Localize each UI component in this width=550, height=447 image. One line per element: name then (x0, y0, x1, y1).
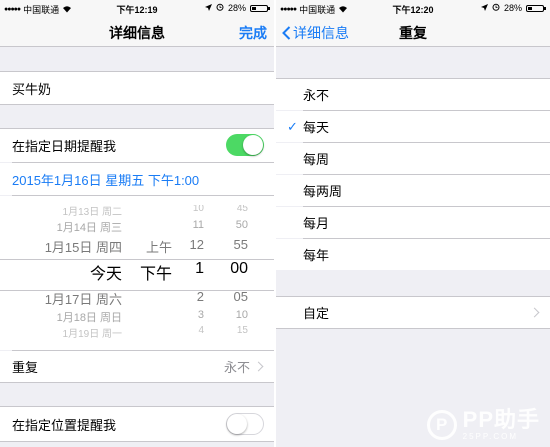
battery-percent: 28% (503, 3, 522, 13)
custom-cell[interactable]: 自定 (276, 297, 550, 328)
repeat-option-label: 每年 (303, 248, 330, 263)
picker-date-item[interactable]: 今天 (90, 260, 122, 284)
watermark-text: PP助手 (462, 407, 540, 432)
repeat-option[interactable]: 每周 (276, 143, 550, 174)
repeat-option[interactable]: 每月 (276, 207, 550, 238)
picker-minute-item[interactable]: 50 (236, 219, 248, 231)
picker-hour-item[interactable]: 11 (193, 219, 204, 231)
repeat-option-label: 每周 (303, 152, 330, 167)
date-time-picker[interactable]: 1月13日 周二 1月14日 周三 1月15日 周四今天 1月17日 周六 1月18日 … (0, 205, 274, 345)
location-icon (480, 3, 488, 13)
task-title-cell[interactable]: 买牛奶 (0, 72, 274, 104)
picker-hour-item[interactable]: 2 (197, 289, 204, 304)
picker-hour-item[interactable]: 3 (198, 309, 204, 321)
repeat-option[interactable]: 永不 (276, 79, 550, 110)
picker-date-item[interactable]: 1月15日 周四 (45, 237, 122, 256)
repeat-option-label: 每天 (303, 120, 330, 135)
picker-minute-item[interactable]: 10 (236, 309, 248, 321)
picker-date-item[interactable]: 1月17日 周六 (45, 289, 122, 308)
picker-ampm-item[interactable]: 下午 (140, 260, 172, 284)
repeat-option[interactable]: ✓ 每天 (276, 111, 550, 142)
picker-hour-item[interactable]: 1 (195, 260, 204, 278)
picker-minute-item[interactable]: 05 (234, 289, 248, 304)
repeat-value: 永不 (223, 360, 250, 375)
repeat-option-label: 每两周 (303, 184, 343, 199)
status-bar: ●●●●● 中国联通 下午12:20 28% (276, 0, 550, 16)
picker-minute-item[interactable]: 15 (237, 325, 248, 336)
battery-icon (526, 4, 546, 12)
checkmark-icon: ✓ (287, 118, 298, 134)
picker-date-item[interactable]: 1月13日 周二 (63, 205, 122, 218)
repeat-option-label: 永不 (303, 88, 330, 103)
picker-date-item[interactable]: 1月18日 周日 (57, 309, 122, 325)
picker-hour-item[interactable]: 12 (190, 237, 204, 252)
battery-percent: 28% (227, 3, 246, 13)
remind-on-date-toggle[interactable] (226, 134, 264, 156)
repeat-screen: ●●●●● 中国联通 下午12:20 28% 详细信息 重复 永不 ✓ 每天每周每两… (276, 0, 550, 447)
repeat-cell[interactable]: 重复 永不 (0, 351, 274, 382)
repeat-option[interactable]: 每年 (276, 239, 550, 270)
detail-screen: ●●●●● 中国联通 下午12:19 28% 详细信息 完成 买牛奶 在指定日期… (0, 0, 274, 447)
picker-date-item[interactable]: 1月19日 周一 (63, 325, 122, 340)
watermark-sub: 25PP.COM (462, 432, 519, 441)
watermark: P PP助手 25PP.COM (426, 407, 540, 441)
remind-on-location-label: 在指定位置提醒我 (12, 417, 117, 433)
alarm-icon (216, 3, 224, 13)
done-button[interactable]: 完成 (239, 23, 267, 43)
remind-on-location-toggle[interactable] (226, 413, 264, 435)
chevron-right-icon (253, 361, 264, 372)
date-value-cell[interactable]: 2015年1月16日 星期五 下午1:00 (0, 163, 274, 195)
picker-ampm-item[interactable]: 上午 (146, 237, 172, 256)
status-bar: ●●●●● 中国联通 下午12:19 28% (0, 0, 274, 16)
repeat-label: 重复 (12, 360, 39, 375)
custom-label: 自定 (303, 306, 330, 321)
picker-date-item[interactable]: 1月14日 周三 (57, 219, 122, 235)
chevron-right-icon (529, 307, 540, 318)
task-title[interactable]: 买牛奶 (12, 79, 51, 98)
repeat-option-label: 每月 (303, 216, 330, 231)
picker-hour-item[interactable]: 10 (193, 205, 204, 214)
page-title: 详细信息 (109, 25, 165, 41)
remind-on-location-cell: 在指定位置提醒我 (0, 407, 274, 441)
picker-hour-item[interactable]: 4 (198, 325, 204, 336)
date-value[interactable]: 2015年1月16日 星期五 下午1:00 (12, 170, 199, 189)
nav-bar: 详细信息 完成 (0, 16, 274, 47)
remind-on-date-cell: 在指定日期提醒我 (0, 129, 274, 162)
nav-bar: 详细信息 重复 (276, 16, 550, 47)
watermark-logo: P (426, 410, 457, 440)
picker-minute-item[interactable]: 45 (237, 205, 248, 214)
battery-icon (250, 4, 270, 12)
repeat-option[interactable]: 每两周 (276, 175, 550, 206)
alarm-icon (492, 3, 500, 13)
picker-minute-item[interactable]: 00 (230, 260, 248, 278)
location-icon (204, 3, 212, 13)
page-title: 重复 (399, 25, 427, 41)
remind-on-date-label: 在指定日期提醒我 (12, 139, 117, 154)
picker-minute-item[interactable]: 55 (234, 237, 248, 252)
